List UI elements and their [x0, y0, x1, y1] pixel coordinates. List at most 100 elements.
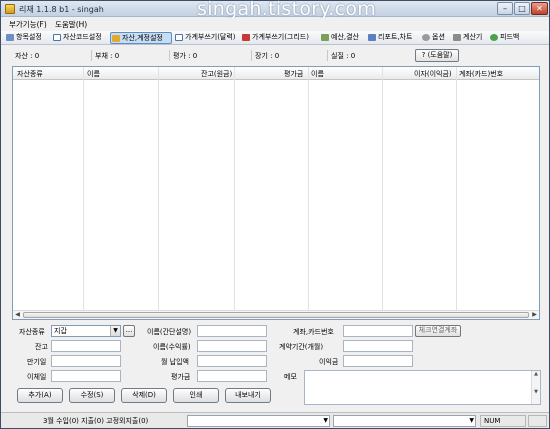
- people-icon: [112, 35, 120, 42]
- tab-label: 자산코드설정: [63, 33, 102, 41]
- tab-asset-code[interactable]: 자산코드설정: [52, 32, 102, 44]
- edit-button[interactable]: 수정(S): [69, 388, 115, 403]
- scroll-thumb[interactable]: [23, 312, 529, 318]
- chevron-down-icon[interactable]: ▼: [323, 417, 328, 424]
- status-dropdown-2[interactable]: ▼: [333, 415, 476, 427]
- chevron-down-icon[interactable]: ▼: [469, 417, 474, 424]
- account-no-input[interactable]: [343, 325, 413, 337]
- divider: [91, 50, 92, 61]
- column-divider: [456, 67, 457, 311]
- chevron-down-icon[interactable]: ▼: [110, 326, 120, 336]
- maturity-label: 만기일: [27, 358, 47, 366]
- delete-button[interactable]: 삭제(D): [121, 388, 167, 403]
- column-header-asset-type[interactable]: 자산종류: [17, 69, 43, 79]
- monthly-payment-label: 월 납입액: [161, 358, 189, 366]
- print-button[interactable]: 인쇄: [173, 388, 219, 403]
- summary-debt: 부채 : 0: [95, 52, 120, 60]
- memo-textarea[interactable]: ▲ ▼: [304, 370, 541, 405]
- minimize-button[interactable]: –: [497, 2, 513, 15]
- monthly-payment-input[interactable]: [197, 355, 267, 367]
- feedback-icon: [490, 34, 498, 41]
- horizontal-scrollbar[interactable]: ◀ ▶: [13, 310, 539, 319]
- column-divider: [382, 67, 383, 311]
- name-profit-input[interactable]: [197, 340, 267, 352]
- contract-period-input[interactable]: [343, 340, 413, 352]
- app-window: 리재 1.1.8 b1 - singah singah.tistory.com …: [0, 0, 550, 429]
- column-header-name[interactable]: 이름: [87, 69, 100, 79]
- memo-scrollbar[interactable]: ▲ ▼: [531, 371, 540, 404]
- add-button[interactable]: 추가(A): [17, 388, 63, 403]
- interest-input[interactable]: [343, 355, 413, 367]
- table-icon: [242, 34, 250, 41]
- maximize-button[interactable]: □: [514, 2, 530, 15]
- tab-item-settings[interactable]: 항목설정: [5, 32, 42, 44]
- export-button[interactable]: 내보내기: [225, 388, 271, 403]
- help-button[interactable]: ? (도움말): [415, 49, 459, 62]
- asset-type-value: 지갑: [54, 327, 67, 335]
- summary-net: 실질 : 0: [331, 52, 356, 60]
- tab-label: 리포트,차트: [378, 33, 413, 41]
- budget-icon: [321, 34, 329, 41]
- browse-button[interactable]: ...: [123, 325, 135, 337]
- column-divider: [83, 67, 84, 311]
- close-button[interactable]: ✕: [531, 2, 548, 15]
- title-bar: 리재 1.1.8 b1 - singah singah.tistory.com …: [1, 0, 549, 20]
- calendar-icon: [175, 34, 183, 41]
- menu-help[interactable]: 도움말(H): [55, 19, 87, 30]
- scroll-right-icon[interactable]: ▶: [530, 311, 539, 319]
- menu-bar: 부가기능(F) 도움말(H): [1, 18, 549, 30]
- column-divider: [234, 67, 235, 311]
- summary-long-term: 장기 : 0: [255, 52, 280, 60]
- tab-asset-account[interactable]: 자산,계정설정: [110, 32, 172, 44]
- tab-ledger-calendar[interactable]: 가계부쓰기(달력): [174, 32, 236, 44]
- tab-label: 가계부쓰기(그리드): [252, 33, 309, 41]
- list-icon: [6, 34, 14, 41]
- status-empty-panel: [528, 415, 547, 427]
- status-bar: 3월 수입(0) 지출(0) 고정외지출(0) ▼ ▼ NUM: [1, 412, 549, 428]
- status-summary: 3월 수입(0) 지출(0) 고정외지출(0): [43, 417, 149, 425]
- tab-report[interactable]: 리포트,차트: [367, 32, 412, 44]
- balance-input[interactable]: [51, 340, 121, 352]
- tab-options[interactable]: 옵션: [421, 32, 445, 44]
- tab-budget[interactable]: 예산,결산: [320, 32, 359, 44]
- name-profit-label: 이름(수익률): [153, 343, 191, 351]
- column-header-balance[interactable]: 잔고(원금): [201, 69, 232, 79]
- asset-grid[interactable]: 자산종류 이름 잔고(원금) 평가금 이름 이자(이익금) 계좌(카드)번호 ◀…: [12, 66, 540, 320]
- asset-type-select[interactable]: 지갑 ▼: [51, 325, 121, 337]
- column-header-interest[interactable]: 이자(이익금): [414, 69, 452, 79]
- summary-valuation: 평가 : 0: [173, 52, 198, 60]
- contract-period-label: 계약기간(개월): [279, 343, 324, 351]
- valuation-input[interactable]: [197, 370, 267, 382]
- tab-label: 예산,결산: [331, 33, 359, 41]
- divider: [169, 50, 170, 61]
- scroll-left-icon[interactable]: ◀: [13, 311, 22, 319]
- app-logo-icon: [5, 4, 15, 14]
- account-no-label: 계좌,카드번호: [293, 328, 334, 336]
- tab-feedback[interactable]: 피드백: [489, 32, 519, 44]
- menu-extra[interactable]: 부가기능(F): [9, 19, 47, 30]
- divider: [327, 50, 328, 61]
- grid-header: 자산종류 이름 잔고(원금) 평가금 이름 이자(이익금) 계좌(카드)번호: [13, 67, 539, 80]
- tab-calculator[interactable]: 계산기: [452, 32, 482, 44]
- tab-label: 옵션: [432, 33, 445, 41]
- status-dropdown-1[interactable]: ▼: [187, 415, 330, 427]
- name-simple-input[interactable]: [197, 325, 267, 337]
- tab-ledger-grid[interactable]: 가계부쓰기(그리드): [241, 32, 309, 44]
- gear-icon: [422, 34, 430, 41]
- balance-label: 잔고: [35, 343, 48, 351]
- maturity-date-input[interactable]: [51, 355, 121, 367]
- check-link-button[interactable]: 체크연결계좌: [415, 325, 461, 337]
- asset-type-label: 자산종류: [19, 328, 45, 336]
- column-header-name-2[interactable]: 이름: [311, 69, 324, 79]
- divider: [251, 50, 252, 61]
- calculator-icon: [453, 34, 461, 41]
- tab-label: 항목설정: [16, 33, 42, 41]
- grid-icon: [53, 34, 61, 41]
- memo-label: 메모: [284, 373, 297, 381]
- column-divider: [308, 67, 309, 311]
- column-header-account-no[interactable]: 계좌(카드)번호: [459, 69, 503, 79]
- transfer-date-input[interactable]: [51, 370, 121, 382]
- name-simple-label: 이름(간단설명): [147, 328, 192, 336]
- column-header-valuation[interactable]: 평가금: [284, 69, 303, 79]
- chart-icon: [368, 34, 376, 41]
